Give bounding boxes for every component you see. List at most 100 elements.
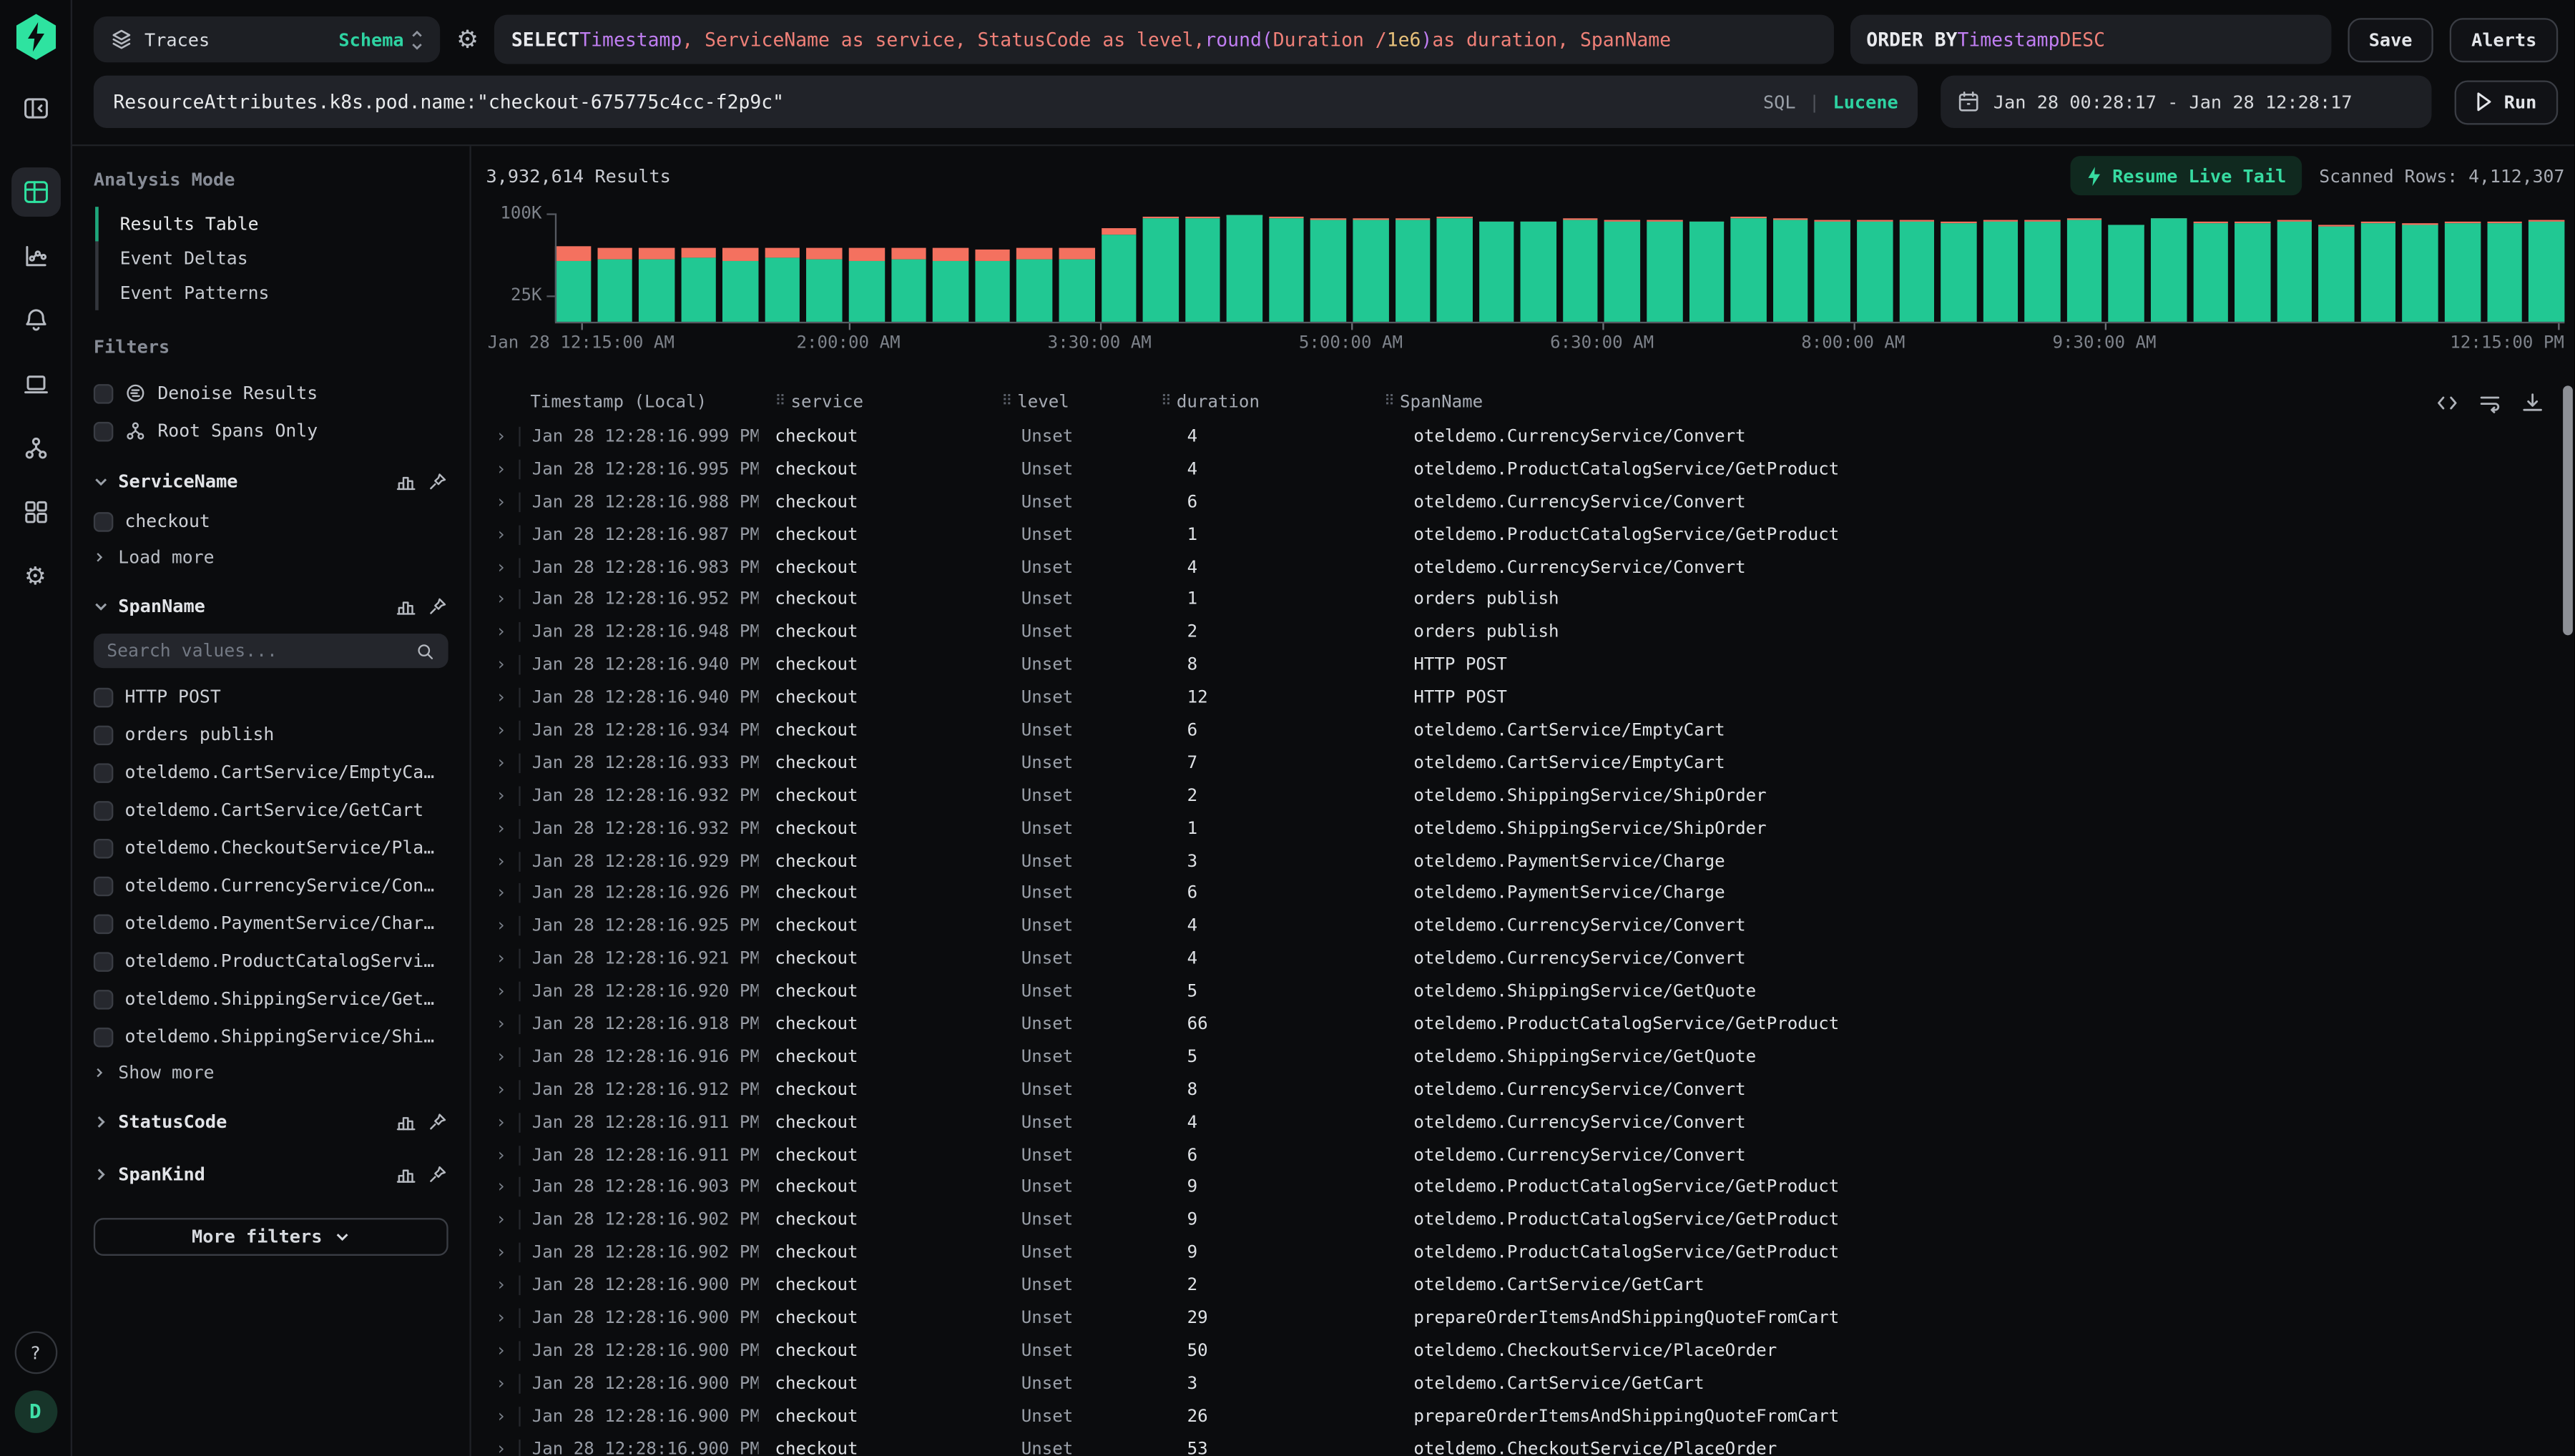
table-row[interactable]: ›Jan 28 12:28:16.948 PMcheckoutUnset2ord… [486,616,2564,649]
alerts-button[interactable]: Alerts [2450,17,2558,62]
checkbox[interactable] [94,687,114,707]
expand-row-icon[interactable]: › [486,1014,519,1034]
expand-row-icon[interactable]: › [486,1178,519,1198]
table-row[interactable]: ›Jan 28 12:28:16.940 PMcheckoutUnset12HT… [486,682,2564,714]
filter-value[interactable]: oteldemo.CartService/GetCart [94,791,448,829]
expand-row-icon[interactable]: › [486,1276,519,1296]
checkbox[interactable] [94,383,114,403]
chart-filter-icon[interactable] [396,471,417,492]
checkbox[interactable] [94,511,114,531]
table-row[interactable]: ›Jan 28 12:28:16.921 PMcheckoutUnset4ote… [486,943,2564,975]
scrollbar-thumb[interactable] [2563,385,2573,635]
nav-chart-explorer-icon[interactable] [11,232,60,281]
denoise-results-toggle[interactable]: Denoise Results [94,374,448,412]
table-row[interactable]: ›Jan 28 12:28:16.932 PMcheckoutUnset1ote… [486,812,2564,845]
table-row[interactable]: ›Jan 28 12:28:16.918 PMcheckoutUnset66ot… [486,1008,2564,1041]
expand-row-icon[interactable]: › [486,1341,519,1361]
table-row[interactable]: ›Jan 28 12:28:16.903 PMcheckoutUnset9ote… [486,1171,2564,1204]
table-row[interactable]: ›Jan 28 12:28:16.900 PMcheckoutUnset50ot… [486,1334,2564,1367]
table-row[interactable]: ›Jan 28 12:28:16.920 PMcheckoutUnset5ote… [486,975,2564,1008]
checkbox[interactable] [94,724,114,744]
expand-row-icon[interactable]: › [486,917,519,937]
chart-filter-icon[interactable] [396,1163,417,1184]
table-row[interactable]: ›Jan 28 12:28:16.902 PMcheckoutUnset9ote… [486,1236,2564,1269]
pin-icon[interactable] [427,595,448,616]
schema-toggle[interactable]: Schema [338,29,423,50]
chart-filter-icon[interactable] [396,1111,417,1132]
order-by-input[interactable]: ORDER BY Timestamp DESC [1850,15,2331,64]
pin-icon[interactable] [427,471,448,492]
nav-settings-icon[interactable]: ⚙ [11,551,60,601]
checkbox[interactable] [94,876,114,896]
pin-icon[interactable] [427,1163,448,1184]
table-row[interactable]: ›Jan 28 12:28:16.911 PMcheckoutUnset4ote… [486,1106,2564,1138]
drag-handle-icon[interactable]: ⠿ [1001,394,1012,410]
nav-search-icon[interactable] [11,167,60,217]
expand-row-icon[interactable]: › [486,1243,519,1263]
date-range-picker[interactable]: Jan 28 00:28:17 - Jan 28 12:28:17 [1941,76,2431,128]
expand-row-icon[interactable]: › [486,1210,519,1230]
analysis-mode-item[interactable]: Results Table [95,207,448,241]
expand-row-icon[interactable]: › [486,851,519,871]
expand-row-icon[interactable]: › [486,590,519,610]
expand-row-icon[interactable]: › [486,525,519,545]
filter-value[interactable]: oteldemo.ProductCatalogServi… [94,943,448,980]
expand-row-icon[interactable]: › [486,786,519,806]
collapse-sidebar-icon[interactable] [11,84,60,133]
filter-search-input[interactable] [107,640,416,661]
nav-service-map-icon[interactable] [11,423,60,473]
expand-row-icon[interactable]: › [486,557,519,577]
checkbox[interactable] [94,762,114,782]
expand-row-icon[interactable]: › [486,655,519,675]
col-timestamp[interactable]: Timestamp (Local) [519,393,758,413]
table-row[interactable]: ›Jan 28 12:28:16.916 PMcheckoutUnset5ote… [486,1041,2564,1073]
search-bar[interactable]: SQL | Lucene [94,76,1918,128]
filter-search[interactable] [94,634,448,668]
filter-value[interactable]: oteldemo.CurrencyService/Con… [94,867,448,905]
analysis-mode-item[interactable]: Event Patterns [95,276,448,310]
nav-sessions-icon[interactable] [11,360,60,409]
nav-dashboards-icon[interactable] [11,488,60,537]
checkbox[interactable] [94,421,114,441]
filter-value[interactable]: oteldemo.ShippingService/Shi… [94,1018,448,1056]
checkbox[interactable] [94,800,114,820]
checkbox[interactable] [94,951,114,971]
filter-value[interactable]: oteldemo.CartService/EmptyCa… [94,754,448,792]
run-button[interactable]: Run [2455,79,2558,124]
help-icon[interactable]: ? [14,1332,57,1374]
wrap-text-icon[interactable] [2478,390,2502,414]
expand-row-icon[interactable]: › [486,1112,519,1132]
root-spans-only-toggle[interactable]: Root Spans Only [94,412,448,450]
select-query-input[interactable]: SELECT Timestamp, ServiceName as service… [495,15,1833,64]
expand-row-icon[interactable]: › [486,688,519,708]
table-row[interactable]: ›Jan 28 12:28:16.912 PMcheckoutUnset8ote… [486,1073,2564,1106]
checkbox[interactable] [94,838,114,858]
results-histogram[interactable]: 100K 25K Jan 28 12:15:00 AM2:00:00 AM3:3… [486,209,2564,361]
show-more-link[interactable]: Show more [94,1056,448,1090]
table-row[interactable]: ›Jan 28 12:28:16.933 PMcheckoutUnset7ote… [486,747,2564,779]
table-row[interactable]: ›Jan 28 12:28:16.929 PMcheckoutUnset3ote… [486,845,2564,877]
load-more-link[interactable]: Load more [94,540,448,574]
table-row[interactable]: ›Jan 28 12:28:16.900 PMcheckoutUnset26pr… [486,1400,2564,1432]
pin-icon[interactable] [427,1111,448,1132]
expand-row-icon[interactable]: › [486,884,519,904]
source-selector[interactable]: Traces Schema [94,16,440,62]
table-row[interactable]: ›Jan 28 12:28:16.900 PMcheckoutUnset2ote… [486,1269,2564,1302]
filter-value[interactable]: orders publish [94,716,448,754]
table-row[interactable]: ›Jan 28 12:28:16.987 PMcheckoutUnset1ote… [486,518,2564,551]
drag-handle-icon[interactable]: ⠿ [775,394,785,410]
expand-row-icon[interactable]: › [486,753,519,773]
search-input[interactable] [113,90,1750,113]
expand-row-icon[interactable]: › [486,1145,519,1165]
drag-handle-icon[interactable]: ⠿ [1161,394,1172,410]
table-row[interactable]: ›Jan 28 12:28:16.902 PMcheckoutUnset9ote… [486,1204,2564,1236]
filter-value[interactable]: oteldemo.CheckoutService/Pla… [94,829,448,867]
analysis-mode-item[interactable]: Event Deltas [95,241,448,275]
drag-handle-icon[interactable]: ⠿ [1384,394,1395,410]
more-filters-button[interactable]: More filters [94,1218,448,1256]
expand-row-icon[interactable]: › [486,819,519,839]
filter-value[interactable]: oteldemo.ShippingService/Get… [94,980,448,1018]
chart-filter-icon[interactable] [396,595,417,616]
table-row[interactable]: ›Jan 28 12:28:16.952 PMcheckoutUnset1ord… [486,584,2564,616]
expand-row-icon[interactable]: › [486,1374,519,1394]
